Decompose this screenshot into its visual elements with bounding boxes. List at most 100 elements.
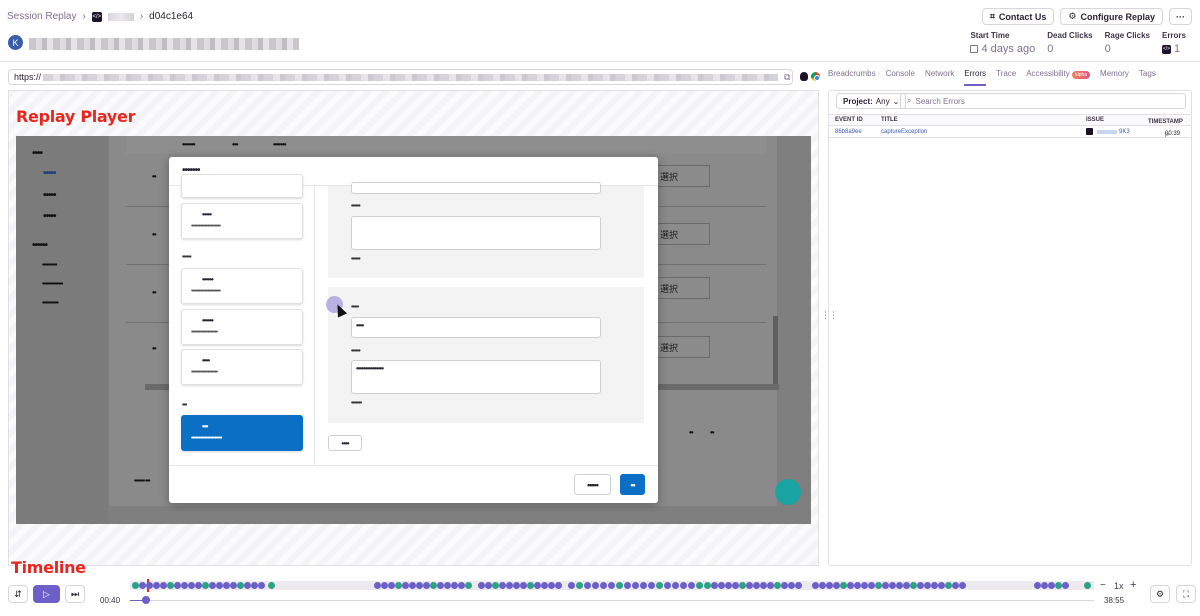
primary-button[interactable]: ••: [620, 474, 645, 495]
configure-replay-button[interactable]: ⚙ Configure Replay: [1060, 8, 1163, 25]
chat-bubble-icon[interactable]: [775, 479, 801, 505]
tab-breadcrumbs[interactable]: Breadcrumbs: [828, 69, 876, 86]
form-field[interactable]: [351, 182, 601, 194]
timeline-event-dot[interactable]: [492, 582, 499, 589]
timeline-event-dot[interactable]: [153, 582, 160, 589]
timeline-event-dot[interactable]: [718, 582, 725, 589]
timeline-event-dot[interactable]: [640, 582, 647, 589]
timeline-event-dot[interactable]: [952, 582, 959, 589]
timeline-event-dot[interactable]: [1084, 582, 1091, 589]
timeline-event-dot[interactable]: [1055, 582, 1062, 589]
timeline-event-dot[interactable]: [1041, 582, 1048, 589]
timeline-event-dot[interactable]: [896, 582, 903, 589]
timeline-event-dot[interactable]: [534, 582, 541, 589]
option-card[interactable]: •••• ••••••••••••••••••: [181, 349, 303, 385]
timeline-event-dot[interactable]: [444, 582, 451, 589]
skip-next-button[interactable]: ⏭: [65, 585, 85, 603]
timeline-event-dot[interactable]: [416, 582, 423, 589]
timeline-event-dot[interactable]: [527, 582, 534, 589]
more-options-button[interactable]: ···: [1169, 8, 1192, 25]
timeline-event-dot[interactable]: [882, 582, 889, 589]
timeline-event-dot[interactable]: [202, 582, 209, 589]
timeline-event-dot[interactable]: [833, 582, 840, 589]
timeline-event-dot[interactable]: [938, 582, 945, 589]
timeline-event-dot[interactable]: [258, 582, 265, 589]
timeline-event-dot[interactable]: [485, 582, 492, 589]
copy-icon[interactable]: ⧉: [784, 72, 790, 83]
secondary-button[interactable]: •••••: [574, 474, 611, 495]
timeline-event-dot[interactable]: [917, 582, 924, 589]
form-input[interactable]: ••••: [351, 317, 601, 338]
option-card[interactable]: [181, 174, 303, 198]
settings-button[interactable]: ⚙: [1150, 585, 1170, 603]
select-button[interactable]: 選択: [656, 223, 710, 245]
column-header[interactable]: TITLE: [881, 117, 898, 123]
table-row[interactable]: 86b8a9ee captureException 9K3 ▷ 00:39: [829, 127, 1191, 138]
breadcrumb-root[interactable]: Session Replay: [7, 11, 76, 22]
timeline-event-dot[interactable]: [795, 582, 802, 589]
tab-memory[interactable]: Memory: [1100, 69, 1129, 86]
timeline-event-dot[interactable]: [451, 582, 458, 589]
timeline-event-dot[interactable]: [656, 582, 663, 589]
timeline-event-dot[interactable]: [478, 582, 485, 589]
timeline-event-dot[interactable]: [548, 582, 555, 589]
timeline-event-dot[interactable]: [812, 582, 819, 589]
timeline-event-dot[interactable]: [513, 582, 520, 589]
timeline-event-dot[interactable]: [680, 582, 687, 589]
timeline-event-dot[interactable]: [903, 582, 910, 589]
timeline-event-dot[interactable]: [632, 582, 639, 589]
timeline-event-dot[interactable]: [760, 582, 767, 589]
timeline-event-dot[interactable]: [672, 582, 679, 589]
timeline-event-dot[interactable]: [1062, 582, 1069, 589]
play-button[interactable]: ▷: [33, 585, 60, 603]
timeline-event-dot[interactable]: [223, 582, 230, 589]
timeline-event-dot[interactable]: [132, 582, 139, 589]
timeline-event-dot[interactable]: [767, 582, 774, 589]
timeline-event-dot[interactable]: [945, 582, 952, 589]
timeline-event-dot[interactable]: [374, 582, 381, 589]
timeline-event-dot[interactable]: [910, 582, 917, 589]
timeline-event-dot[interactable]: [395, 582, 402, 589]
issue-link[interactable]: 9K3: [1119, 129, 1130, 135]
timeline-event-dot[interactable]: [216, 582, 223, 589]
search-errors-input[interactable]: ⌕ Search Errors: [900, 93, 1186, 109]
timeline-event-dot[interactable]: [430, 582, 437, 589]
timeline-event-dot[interactable]: [704, 582, 711, 589]
tab-accessibility[interactable]: Accessibility alpha: [1026, 69, 1091, 86]
select-button[interactable]: 選択: [656, 165, 710, 187]
contact-us-button[interactable]: ⌗ Contact Us: [981, 8, 1055, 25]
timeline-event-dot[interactable]: [139, 582, 146, 589]
timeline-event-dot[interactable]: [576, 582, 583, 589]
timeline-event-dot[interactable]: [188, 582, 195, 589]
timeline-event-dot[interactable]: [584, 582, 591, 589]
timeline-event-dot[interactable]: [616, 582, 623, 589]
timeline-event-dot[interactable]: [237, 582, 244, 589]
timeline-event-dot[interactable]: [664, 582, 671, 589]
speed-selector[interactable]: 1x: [1114, 581, 1124, 591]
timeline-event-dot[interactable]: [725, 582, 732, 589]
timeline-event-dot[interactable]: [437, 582, 444, 589]
timeline-event-dot[interactable]: [458, 582, 465, 589]
timeline-event-dot[interactable]: [868, 582, 875, 589]
timeline-knob[interactable]: [142, 596, 150, 604]
timeline-event-dot[interactable]: [889, 582, 896, 589]
timeline-event-dot[interactable]: [195, 582, 202, 589]
timeline-event-dot[interactable]: [739, 582, 746, 589]
error-title-link[interactable]: captureException: [881, 129, 927, 135]
timeline-event-dot[interactable]: [1048, 582, 1055, 589]
breadcrumb-project-redacted[interactable]: [107, 12, 134, 21]
timeline-event-dot[interactable]: [251, 582, 258, 589]
timeline-event-dot[interactable]: [781, 582, 788, 589]
option-card-selected[interactable]: ••• •••••••••••••••••••••: [181, 415, 303, 451]
timeline-event-dot[interactable]: [555, 582, 562, 589]
timeline-event-dot[interactable]: [819, 582, 826, 589]
select-button[interactable]: 選択: [656, 277, 710, 299]
form-textarea[interactable]: •••••••••••••••: [351, 360, 601, 394]
timeline-event-dot[interactable]: [753, 582, 760, 589]
timeline-event-dot[interactable]: [465, 582, 472, 589]
timeline-event-dot[interactable]: [506, 582, 513, 589]
timeline-event-dot[interactable]: [959, 582, 966, 589]
tab-network[interactable]: Network: [925, 69, 954, 86]
timeline-event-dot[interactable]: [230, 582, 237, 589]
timeline-event-dot[interactable]: [209, 582, 216, 589]
